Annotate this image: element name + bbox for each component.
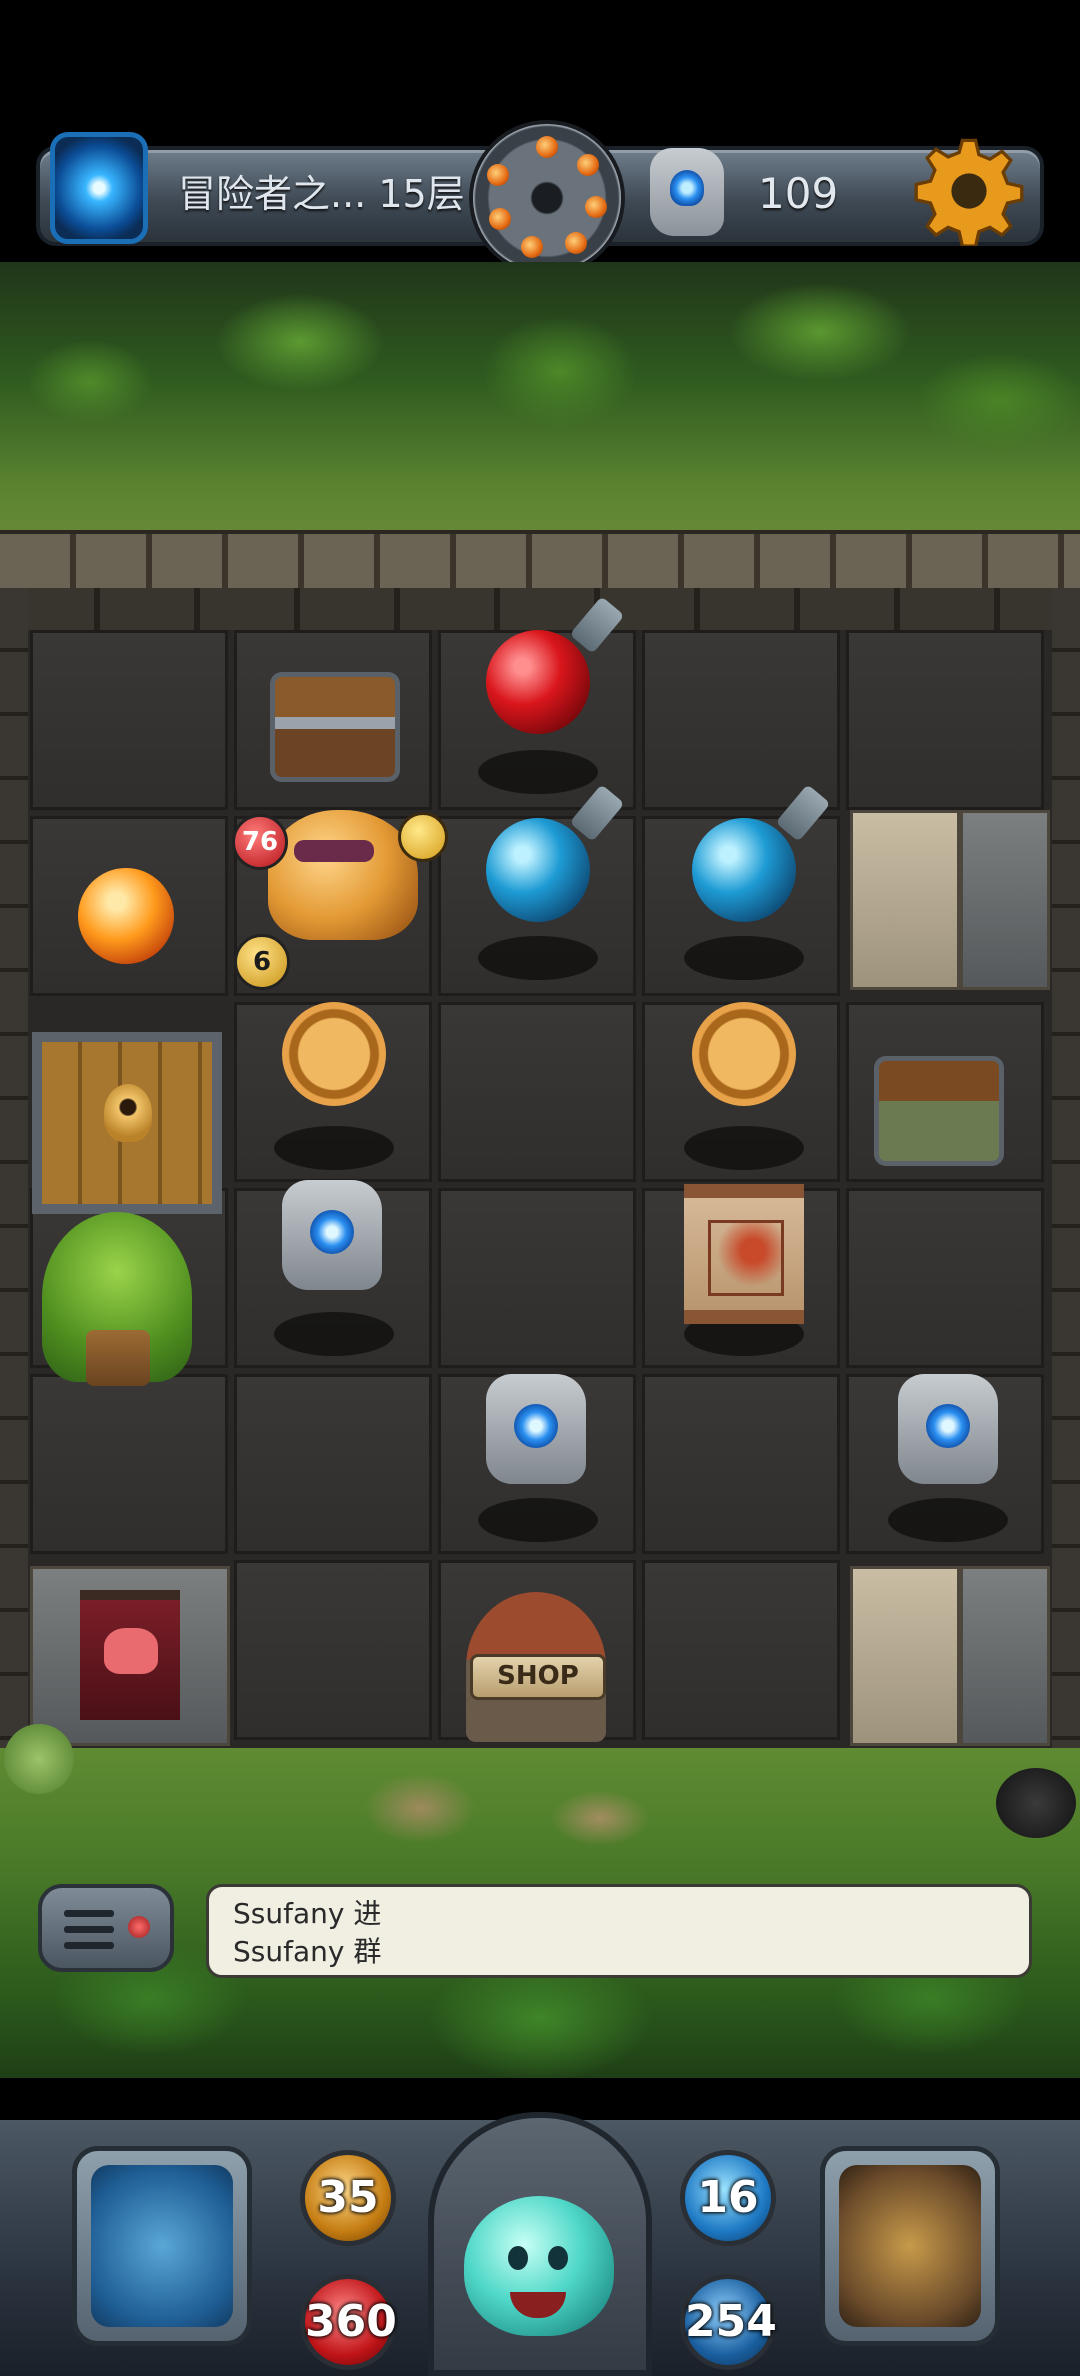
tile[interactable] (642, 630, 840, 810)
chat-line: Ssufany 进 (233, 1897, 382, 1930)
shield-icon (398, 812, 448, 862)
menu-line (64, 1942, 114, 1949)
dragon-orb-icon[interactable] (78, 868, 174, 964)
item-shadow (274, 1126, 394, 1170)
spellbook-icon (839, 2165, 981, 2327)
menu-line (64, 1910, 114, 1917)
tile[interactable] (438, 1188, 636, 1368)
boar-banner-icon[interactable] (80, 1590, 180, 1720)
item-shadow (888, 1498, 1008, 1542)
jungle-canopy (0, 262, 1080, 552)
gold-coin-icon[interactable] (282, 1002, 386, 1106)
hero-eye (548, 2246, 568, 2270)
monster-hp-badge: 76 (232, 814, 288, 870)
gold-coin-icon[interactable] (692, 1002, 796, 1106)
chat-button[interactable] (38, 1884, 174, 1972)
dungeon-wall-top (0, 588, 1080, 636)
rune-stone-icon[interactable] (898, 1374, 998, 1484)
blue-potion-icon[interactable] (692, 818, 796, 922)
dungeon-wall-right (1052, 588, 1080, 1748)
stone-block (850, 1566, 960, 1746)
tile[interactable] (642, 1374, 840, 1554)
tile[interactable] (234, 1374, 432, 1554)
locked-door[interactable] (32, 1032, 222, 1214)
tile[interactable] (30, 1374, 228, 1554)
rune-currency-icon (650, 148, 724, 236)
chat-line: Ssufany 群 (233, 1935, 382, 1968)
spider-critter (996, 1768, 1076, 1838)
skull-chest-icon[interactable] (874, 1056, 1004, 1166)
equipment-button[interactable] (72, 2146, 252, 2346)
item-shadow (274, 1312, 394, 1356)
treasure-chest-icon[interactable] (270, 672, 400, 782)
tile[interactable] (846, 630, 1044, 810)
item-shadow (478, 1498, 598, 1542)
monkey-tree[interactable] (42, 1212, 192, 1386)
helmet-compass-icon (91, 2165, 233, 2327)
item-shadow (684, 936, 804, 980)
shop-sign: SHOP (470, 1654, 606, 1700)
defense-stat: 16 (680, 2150, 776, 2246)
blue-potion-icon[interactable] (486, 818, 590, 922)
tile[interactable] (234, 1560, 432, 1740)
cat-monster[interactable] (268, 810, 418, 940)
mana-stat: 254 (680, 2274, 777, 2370)
portal-icon[interactable] (50, 132, 148, 244)
notification-led-icon (128, 1916, 150, 1938)
rune-stone-icon[interactable] (282, 1180, 382, 1290)
tile[interactable] (438, 1002, 636, 1182)
spellbook-button[interactable] (820, 2146, 1000, 2346)
gear-icon[interactable] (914, 136, 1024, 246)
item-shadow (684, 1126, 804, 1170)
hp-stat: 360 (300, 2274, 397, 2370)
item-shadow (478, 936, 598, 980)
dungeon-wall-left (0, 588, 28, 1748)
lizard-critter (4, 1724, 74, 1794)
level-title: 冒险者之... 15层 (178, 172, 465, 216)
stone-block (850, 810, 960, 990)
tile[interactable] (846, 1188, 1044, 1368)
keyhole-icon (104, 1084, 152, 1142)
attack-stat: 35 (300, 2150, 396, 2246)
shop-building[interactable]: SHOP (466, 1592, 606, 1742)
monster-attack-badge: 6 (234, 934, 290, 990)
stone-block (960, 1566, 1050, 1746)
tile[interactable] (642, 1560, 840, 1740)
menu-line (64, 1926, 114, 1933)
tile[interactable] (30, 630, 228, 810)
fire-scroll-icon[interactable] (684, 1184, 804, 1324)
chat-box[interactable]: Ssufany 进 Ssufany 群 (206, 1884, 1032, 1978)
bomb-wheel-icon[interactable] (473, 124, 621, 272)
hero-eye (508, 2246, 528, 2270)
item-shadow (478, 750, 598, 794)
stone-block (960, 810, 1050, 990)
rune-count: 109 (758, 169, 839, 218)
rune-stone-icon[interactable] (486, 1374, 586, 1484)
red-potion-icon[interactable] (486, 630, 590, 734)
